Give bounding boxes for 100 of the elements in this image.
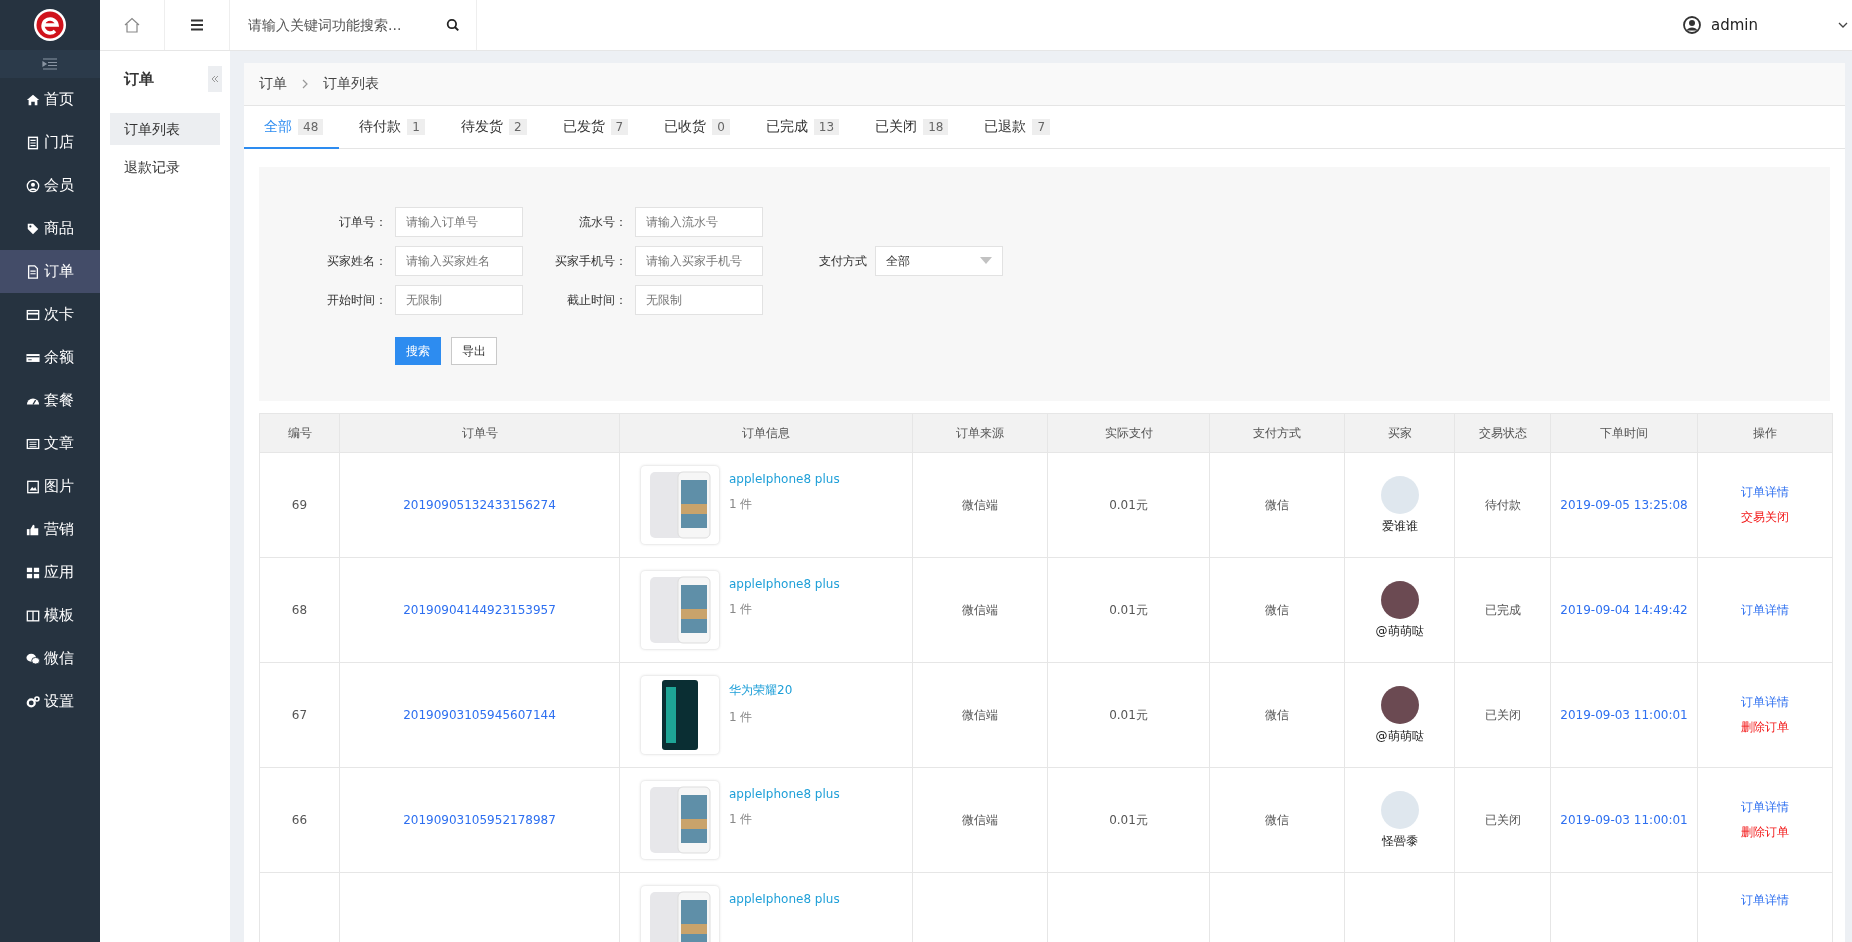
order-number-link[interactable]: 20190903105945607144: [403, 708, 556, 722]
column-header: 编号: [259, 413, 340, 453]
count-badge: 1: [407, 118, 425, 135]
column-header: 支付方式: [1209, 413, 1345, 453]
field-label: 买家手机号：: [554, 252, 627, 270]
nav-item[interactable]: 首页: [0, 78, 100, 121]
search-icon[interactable]: [446, 18, 460, 32]
user-name[interactable]: admin: [1711, 16, 1758, 34]
file-icon: [26, 264, 40, 279]
column-header: 订单信息: [619, 413, 913, 453]
count-badge: 13: [813, 118, 840, 135]
danger-action-link[interactable]: 交易关闭: [1741, 509, 1789, 526]
export-button[interactable]: 导出: [451, 337, 497, 365]
nav-item[interactable]: 营销: [0, 508, 100, 551]
count-badge: 18: [923, 118, 949, 135]
nav-item[interactable]: 会员: [0, 164, 100, 207]
status-tab[interactable]: 已发货 7: [542, 106, 645, 149]
order-source: 微信端: [962, 707, 998, 722]
nav-item[interactable]: 模板: [0, 594, 100, 637]
detail-link[interactable]: 订单详情: [1741, 892, 1789, 909]
home-icon[interactable]: [123, 16, 141, 34]
status-tab[interactable]: 已收货 0: [644, 106, 746, 149]
chevron-down-icon[interactable]: [1838, 20, 1848, 30]
column-header: 操作: [1697, 413, 1833, 453]
status-tab[interactable]: 已关闭 18: [855, 106, 965, 149]
double-chevron-left-icon[interactable]: [211, 75, 219, 83]
order-status: 待付款: [1484, 497, 1521, 512]
subnav-item[interactable]: 订单列表: [110, 113, 220, 145]
danger-action-link[interactable]: 删除订单: [1741, 719, 1789, 736]
status-tab[interactable]: 已完成 13: [745, 106, 856, 149]
search-field[interactable]: 请输入关键词功能搜索...: [246, 16, 447, 34]
columns-icon: [26, 608, 40, 623]
payment-method: 微信: [1265, 707, 1289, 722]
avatar: [1380, 475, 1419, 514]
detail-link[interactable]: 订单详情: [1741, 694, 1789, 711]
nav-item[interactable]: 图片: [0, 465, 100, 508]
status-tab[interactable]: 待发货 2: [440, 106, 543, 149]
tag-icon: [26, 221, 40, 236]
nav-item[interactable]: 商品: [0, 207, 100, 250]
nav-item[interactable]: 次卡: [0, 293, 100, 336]
input-field[interactable]: 请输入买家手机号: [635, 246, 763, 276]
breadcrumb-item[interactable]: 订单列表: [323, 75, 379, 93]
nav-item[interactable]: 设置: [0, 680, 100, 723]
logo[interactable]: [33, 8, 67, 42]
payment-select[interactable]: 全部: [875, 246, 1003, 276]
payment-method: 微信: [1265, 812, 1289, 827]
nav-item[interactable]: 套餐: [0, 379, 100, 422]
breadcrumb-item[interactable]: 订单: [259, 75, 287, 93]
field-label: 流水号：: [578, 213, 627, 231]
column-header: 订单号: [339, 413, 620, 453]
home-icon: [26, 92, 40, 107]
count-badge: 2: [508, 118, 527, 135]
nav-item[interactable]: 微信: [0, 637, 100, 680]
order-number-link[interactable]: 20190904144923153957: [403, 603, 556, 617]
chat-icon: [26, 651, 40, 666]
detail-link[interactable]: 订单详情: [1741, 601, 1789, 619]
paid-amount: 0.01元: [1109, 602, 1148, 617]
order-number-link[interactable]: 20190903105952178987: [403, 813, 556, 827]
dropdown-icon: [980, 257, 992, 265]
input-field[interactable]: 无限制: [395, 285, 523, 315]
order-source: 微信端: [962, 497, 998, 512]
input-field[interactable]: 请输入买家姓名: [395, 246, 523, 276]
row-number: 67: [291, 708, 308, 722]
quantity: 1 件: [729, 496, 754, 513]
input-field[interactable]: 无限制: [635, 285, 763, 315]
order-time: 2019-09-05 13:25:08: [1560, 498, 1688, 512]
column-header: 买家: [1344, 413, 1455, 453]
user-icon: [26, 178, 40, 193]
column-header: 订单来源: [912, 413, 1048, 453]
thumb-icon: [26, 522, 40, 537]
order-source: 微信端: [962, 812, 998, 827]
order-status: 已关闭: [1484, 707, 1521, 722]
order-number-link[interactable]: 20190905132433156274: [403, 498, 556, 512]
field-label: 买家姓名：: [326, 252, 387, 270]
paid-amount: 0.01元: [1109, 707, 1148, 722]
status-tab[interactable]: 待付款 1: [339, 106, 441, 149]
field-label: 开始时间：: [326, 291, 387, 309]
status-tab[interactable]: 全部 48: [244, 106, 340, 149]
status-tab[interactable]: 已退款 7: [964, 106, 1067, 149]
row-number: 66: [291, 813, 308, 827]
nav-item[interactable]: 门店: [0, 121, 100, 164]
quantity: 1 件: [729, 601, 754, 618]
collapse-button[interactable]: [208, 66, 222, 92]
buyer-name: @萌萌哒: [1375, 622, 1424, 640]
detail-link[interactable]: 订单详情: [1741, 799, 1789, 816]
row-number: 69: [291, 498, 308, 512]
detail-link[interactable]: 订单详情: [1741, 484, 1789, 501]
subnav-item[interactable]: 退款记录: [110, 151, 220, 183]
nav-item[interactable]: 文章: [0, 422, 100, 465]
nav-item[interactable]: 订单: [0, 250, 100, 293]
nav-item[interactable]: 应用: [0, 551, 100, 594]
order-time: 2019-09-04 14:49:42: [1560, 603, 1688, 617]
column-header: 实际支付: [1047, 413, 1210, 453]
payment-method: 微信: [1265, 497, 1289, 512]
input-field[interactable]: 请输入订单号: [395, 207, 523, 237]
input-field[interactable]: 请输入流水号: [635, 207, 763, 237]
danger-action-link[interactable]: 删除订单: [1741, 824, 1789, 841]
nav-item[interactable]: 余额: [0, 336, 100, 379]
paid-amount: 0.01元: [1109, 497, 1148, 512]
order-time: 2019-09-03 11:00:01: [1560, 813, 1688, 827]
